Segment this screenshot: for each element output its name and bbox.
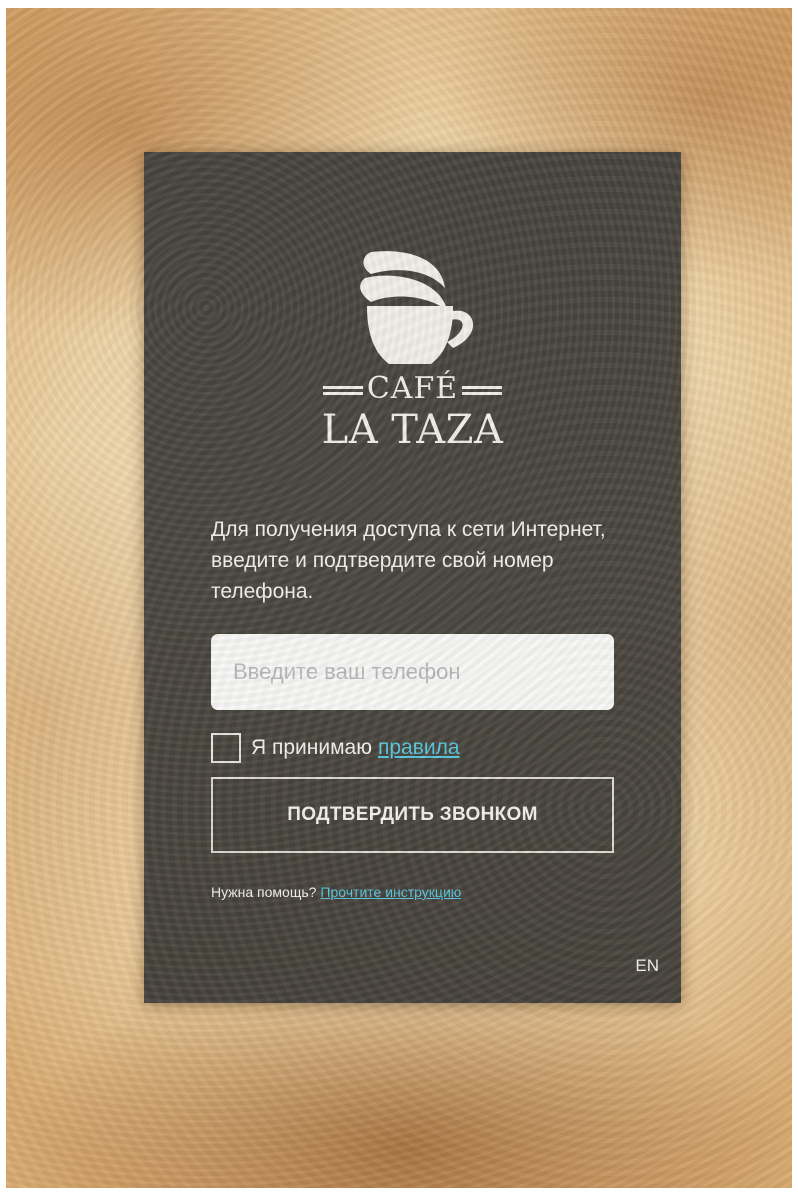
help-row: Нужна помощь? Прочтите инструкцию [211, 884, 461, 900]
language-switch-en[interactable]: EN [635, 956, 659, 976]
intro-text: Для получения доступа к сети Интернет, в… [211, 518, 606, 603]
terms-checkbox[interactable] [211, 733, 241, 763]
logo-line1: CAFÉ [366, 371, 459, 406]
background-paper: CAFÉ LA TAZA Для получения доступа к сет… [6, 8, 792, 1188]
logo-rule-left [322, 385, 363, 395]
logo-rule-right [462, 385, 503, 395]
help-question: Нужна помощь? [211, 884, 317, 900]
logo-cafe-text: CAFÉ [144, 372, 681, 406]
logo-line2: LA TAZA [321, 407, 504, 453]
phone-input[interactable] [211, 634, 614, 710]
terms-label: Я принимаю [251, 736, 372, 759]
terms-link[interactable]: правила [378, 736, 460, 760]
confirm-call-button[interactable]: ПОДТВЕРДИТЬ ЗВОНКОМ [211, 777, 614, 853]
terms-row: Я принимаю правила [211, 732, 460, 764]
login-card: CAFÉ LA TAZA Для получения доступа к сет… [144, 152, 681, 1003]
help-instructions-link[interactable]: Прочтите инструкцию [320, 884, 461, 900]
brand-logo: CAFÉ LA TAZA [144, 248, 681, 458]
coffee-cup-logo-icon [360, 251, 474, 364]
